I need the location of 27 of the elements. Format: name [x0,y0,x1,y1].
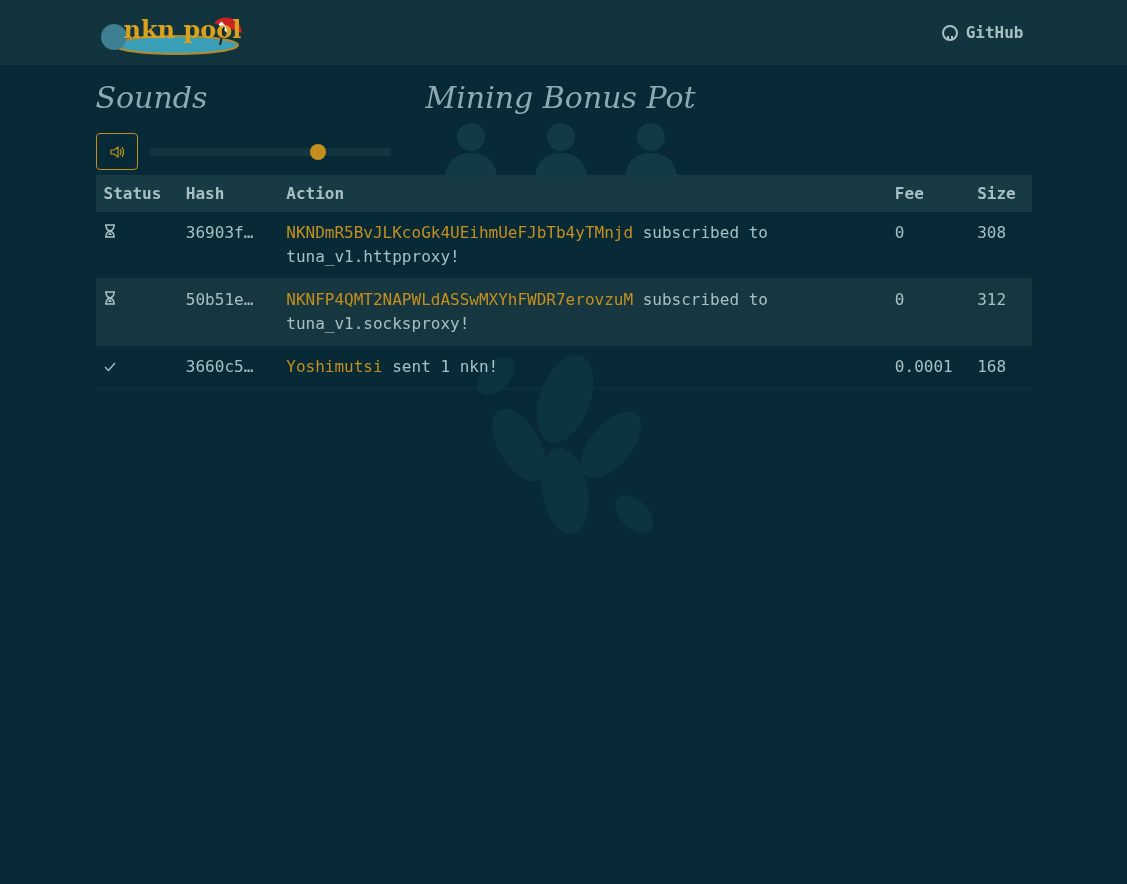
action-cell: NKNFP4QMT2NAPWLdASSwMXYhFWDR7erovzuM subscribed to tuna_v1.socksproxy! [278,278,887,346]
fee-cell: 0 [886,212,970,279]
hash-cell: 36903f… [177,212,279,279]
action-cell: NKNDmR5BvJLKcoGk4UEihmUeFJbTb4yTMnjd subscribed to tuna_v1.httpproxy! [278,212,887,279]
check-icon [103,362,116,372]
column-header: Size [969,175,1032,212]
speaker-icon [109,145,124,158]
fee-cell: 0 [886,278,970,346]
sound-toggle-button[interactable] [95,133,138,170]
volume-slider-thumb[interactable] [309,143,326,160]
hourglass-icon [103,291,116,305]
column-header: Action [278,175,887,212]
column-header: Hash [177,175,279,212]
action-cell: Yoshimutsi sent 1 nkn! [278,345,887,389]
size-cell: 312 [969,278,1032,346]
size-cell: 168 [969,345,1032,389]
size-cell: 308 [969,212,1032,279]
column-header: Status [95,175,178,212]
hourglass-icon [103,224,116,238]
hash-cell: 3660c5… [177,345,279,389]
hash-cell: 50b51e… [177,278,279,346]
bonus-pot-title: Mining Bonus Pot [425,79,696,117]
sounds-title: Sounds [95,79,209,117]
column-header: Fee [886,175,970,212]
fee-cell: 0.0001 [886,345,970,389]
logo-text: nkn pool [123,14,242,44]
github-link[interactable]: GitHub [941,23,1024,42]
